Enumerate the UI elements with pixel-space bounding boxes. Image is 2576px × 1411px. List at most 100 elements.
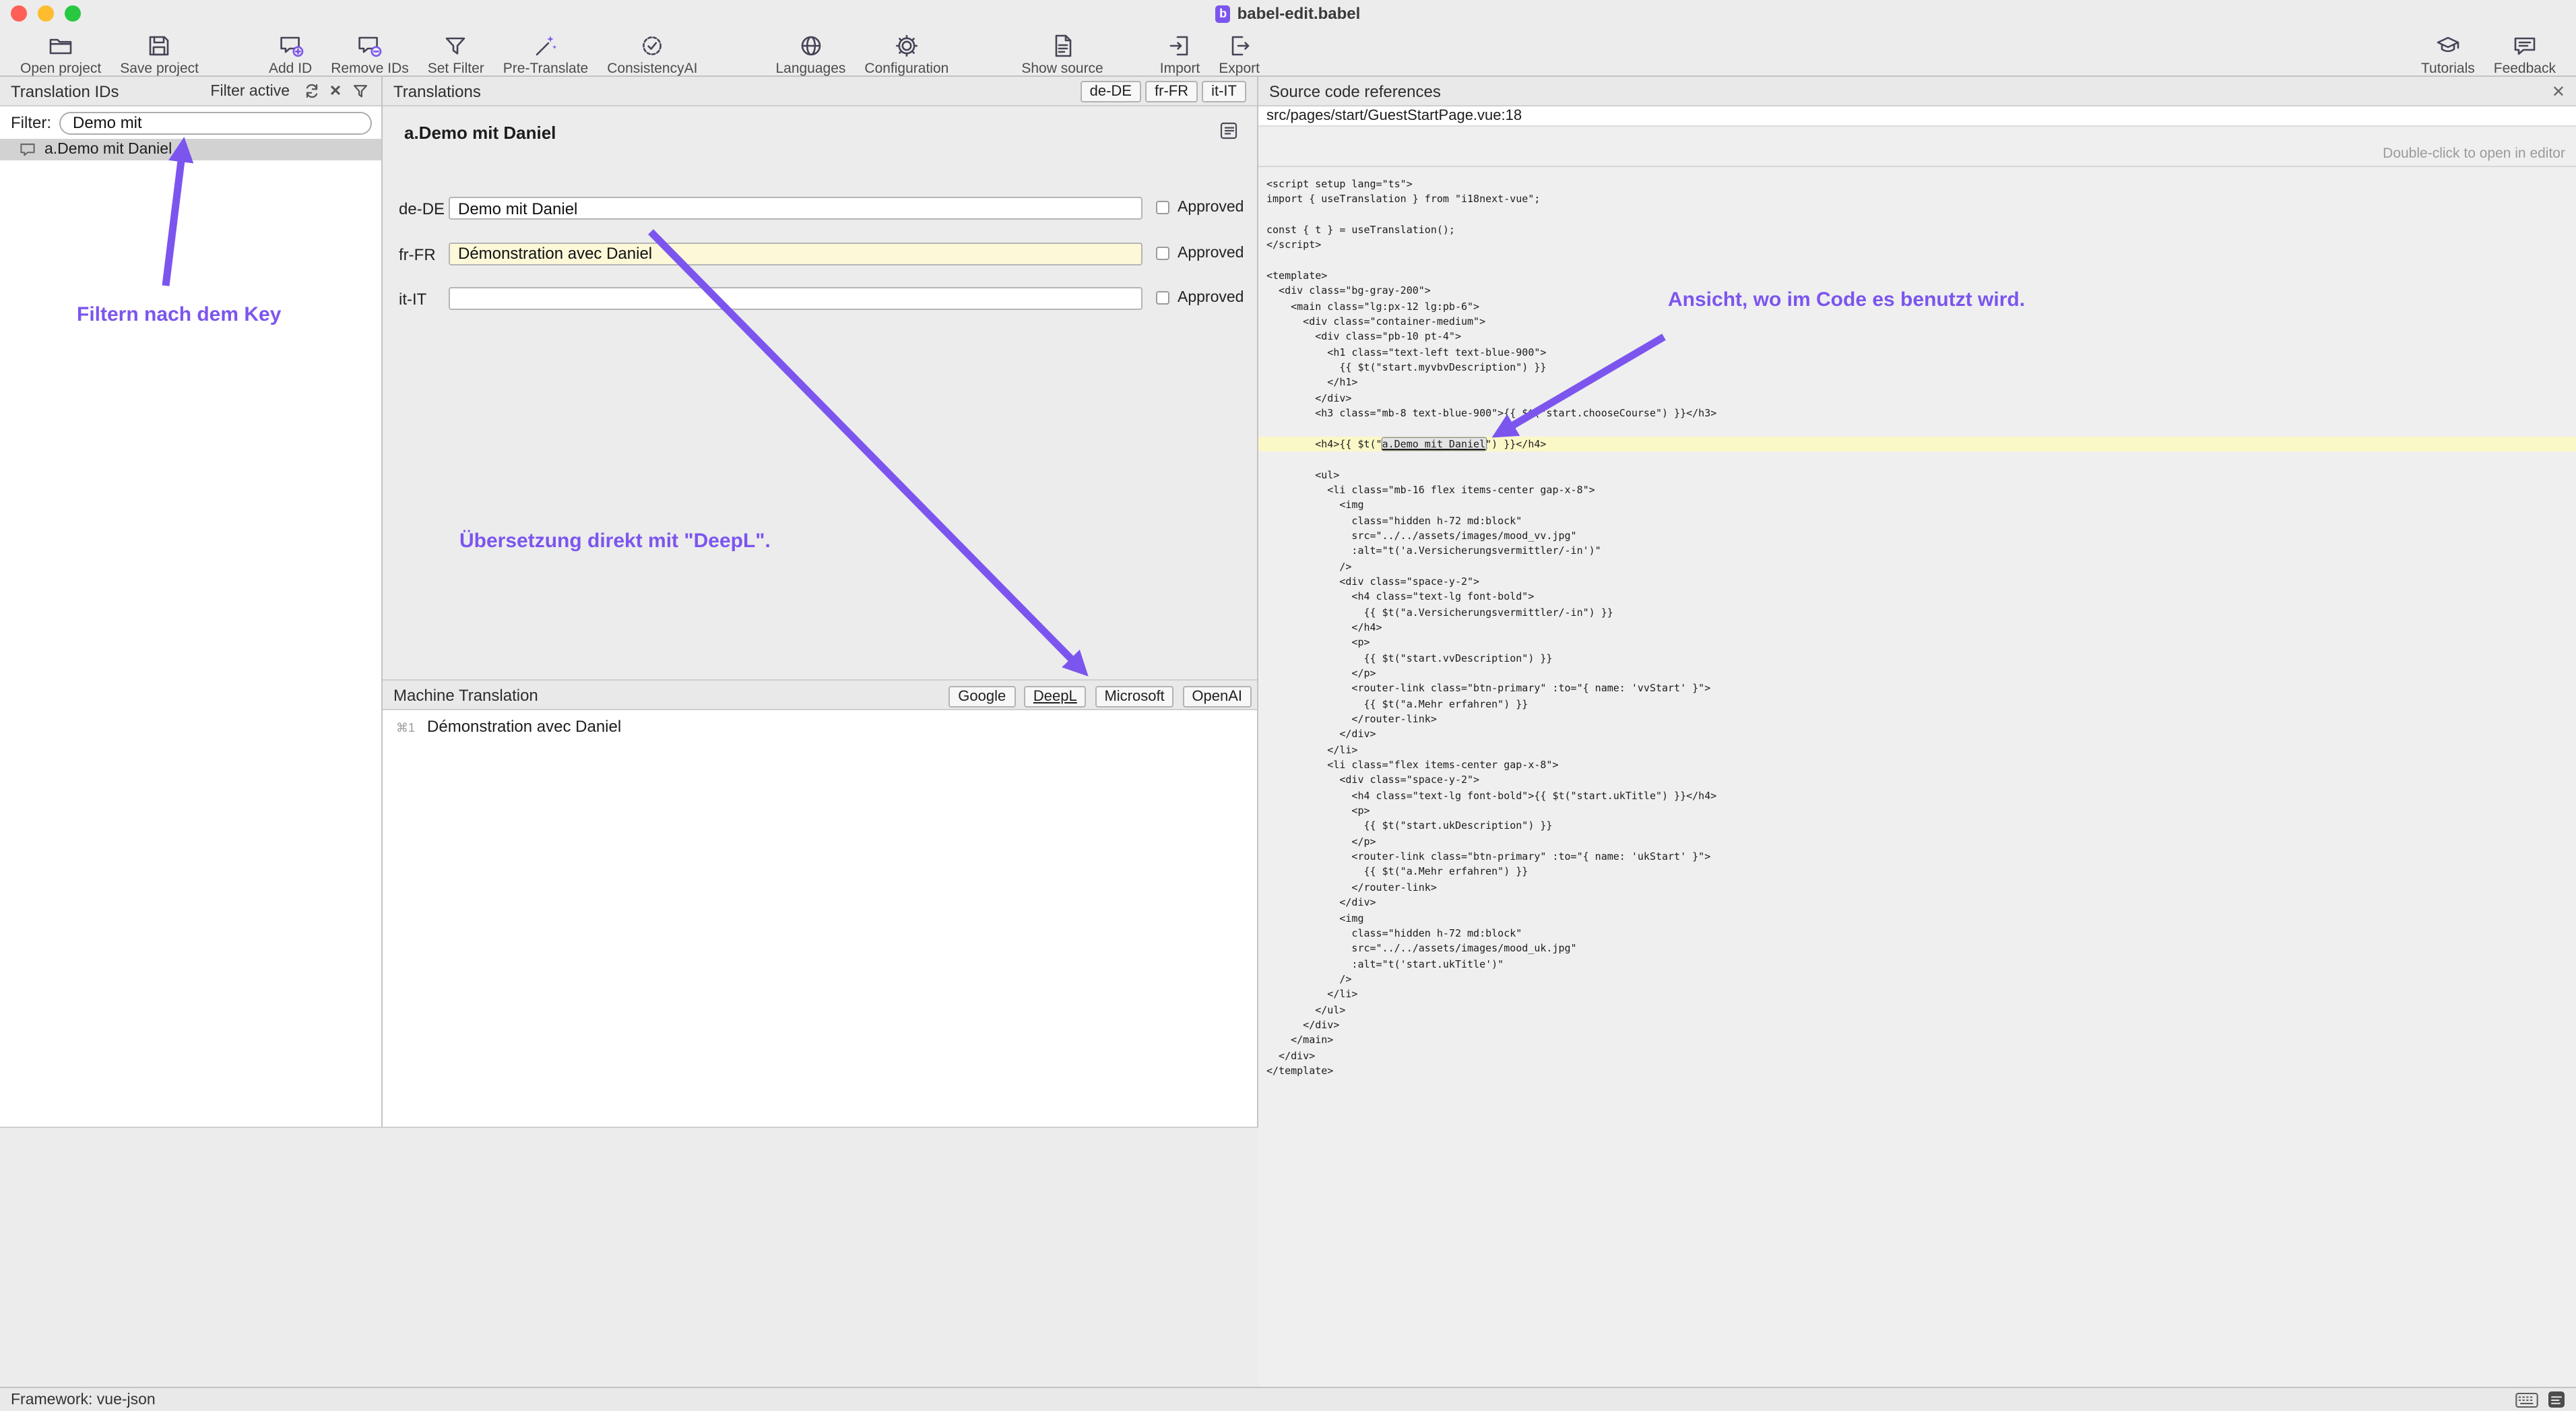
code-line: </li> — [1258, 742, 2576, 757]
code-line: <div class="space-y-2"> — [1258, 773, 2576, 788]
save-project-button[interactable]: Save project — [110, 28, 208, 77]
mt-suggestion-text: Démonstration avec Daniel — [427, 717, 621, 736]
translation-id-label: a.Demo mit Daniel — [44, 142, 172, 158]
funnel-icon — [443, 31, 470, 59]
code-line: </p> — [1258, 666, 2576, 681]
languages-button[interactable]: Languages — [766, 28, 855, 77]
code-line: <li class="mb-16 flex items-center gap-x… — [1258, 482, 2576, 498]
keyboard-shortcuts-button[interactable] — [2515, 1391, 2538, 1408]
translation-input-fr[interactable] — [449, 242, 1142, 265]
code-line: <p> — [1258, 803, 2576, 819]
mt-suggestion-row[interactable]: ⌘1 Démonstration avec Daniel — [396, 717, 621, 736]
code-line — [1258, 207, 2576, 222]
code-line: </ul> — [1258, 1002, 2576, 1017]
lang-label: it-IT — [399, 290, 426, 309]
approved-checkbox-de[interactable] — [1156, 201, 1169, 214]
locale-button-fr[interactable]: fr-FR — [1145, 80, 1198, 102]
editor-hint-area: Double-click to open in editor — [1258, 127, 2576, 167]
feedback-button[interactable]: Feedback — [2484, 28, 2565, 77]
export-icon — [1226, 31, 1253, 59]
add-id-button[interactable]: Add ID — [259, 28, 321, 77]
entry-id-title: a.Demo mit Daniel — [404, 123, 556, 143]
translations-body: a.Demo mit Daniel de-DE Approved fr-FR A… — [383, 106, 1257, 679]
save-icon — [146, 31, 173, 59]
source-references-header: Source code references ✕ — [1258, 77, 2576, 106]
code-line — [1258, 421, 2576, 437]
code-line: {{ $t("start.vvDescription") }} — [1258, 650, 2576, 666]
locale-button-it[interactable]: it-IT — [1202, 80, 1246, 102]
code-line: <h1 class="text-left text-blue-900"> — [1258, 345, 2576, 360]
close-window-button[interactable] — [11, 5, 27, 22]
translation-input-it[interactable] — [449, 287, 1142, 310]
remove-ids-button[interactable]: Remove IDs — [321, 28, 418, 77]
mt-provider-microsoft[interactable]: Microsoft — [1095, 685, 1173, 707]
code-line — [1258, 451, 2576, 467]
main-area: Translation IDs Filter active ✕ Filter: … — [0, 77, 2576, 1387]
code-line: </script> — [1258, 238, 2576, 253]
code-line: {{ $t("start.ukDescription") }} — [1258, 819, 2576, 834]
source-doc-icon — [1049, 31, 1076, 59]
import-button[interactable]: Import — [1151, 28, 1210, 77]
editor-hint: Double-click to open in editor — [2383, 146, 2565, 162]
source-reference-row[interactable]: src/pages/start/GuestStartPage.vue:18 — [1258, 106, 2576, 127]
log-panel-button[interactable] — [2548, 1391, 2565, 1408]
translations-header: Translations de-DE fr-FR it-IT — [383, 77, 1257, 106]
configuration-button[interactable]: Configuration — [855, 28, 958, 77]
translation-row-it: it-IT Approved — [383, 287, 1257, 310]
lang-label: de-DE — [399, 199, 445, 218]
mt-provider-openai[interactable]: OpenAI — [1182, 685, 1252, 707]
code-line: /> — [1258, 972, 2576, 987]
entry-note-button[interactable] — [1219, 121, 1238, 147]
approved-checkbox-fr[interactable] — [1156, 246, 1169, 259]
source-code-view[interactable]: <script setup lang="ts">import { useTran… — [1258, 167, 2576, 1387]
source-code-references-panel: Source code references ✕ src/pages/start… — [1258, 77, 2576, 1387]
filter-panel-button[interactable] — [349, 80, 371, 102]
consistency-ai-button[interactable]: ConsistencyAI — [598, 28, 707, 77]
pre-translate-button[interactable]: Pre-Translate — [494, 28, 598, 77]
zoom-window-button[interactable] — [65, 5, 81, 22]
filter-input[interactable] — [59, 111, 372, 134]
highlighted-translation-id[interactable]: a.Demo mit Daniel — [1382, 438, 1486, 450]
panel-title: Machine Translation — [393, 685, 538, 704]
code-line: :alt="t('start.ukTitle')" — [1258, 956, 2576, 972]
translation-ids-panel: Translation IDs Filter active ✕ Filter: … — [0, 77, 383, 1127]
framework-label: Framework: vue-json — [11, 1391, 156, 1408]
mt-provider-deepl[interactable]: DeepL — [1024, 685, 1087, 707]
folder-open-icon — [47, 31, 74, 59]
code-line: <img — [1258, 497, 2576, 513]
mt-shortcut-label: ⌘1 — [396, 721, 415, 736]
export-button[interactable]: Export — [1209, 28, 1269, 77]
minimize-window-button[interactable] — [38, 5, 54, 22]
clear-filter-button[interactable]: ✕ — [325, 80, 346, 102]
code-line: </div> — [1258, 391, 2576, 406]
toolbar: Open project Save project Add ID Remove … — [0, 27, 2576, 77]
approved-checkbox-it[interactable] — [1156, 291, 1169, 305]
set-filter-button[interactable]: Set Filter — [418, 28, 494, 77]
window-title: babel-edit.babel — [1237, 4, 1361, 23]
code-line: <img — [1258, 910, 2576, 926]
code-line: </div> — [1258, 895, 2576, 910]
translation-id-item-selected[interactable]: a.Demo mit Daniel — [0, 139, 381, 160]
toolbar-label: Export — [1219, 61, 1260, 77]
translations-panel: Translations de-DE fr-FR it-IT a.Demo mi… — [383, 77, 1258, 1127]
code-line: </p> — [1258, 834, 2576, 850]
code-line: class="hidden h-72 md:block" — [1258, 926, 2576, 941]
magic-wand-icon — [532, 31, 559, 59]
code-line: {{ $t("a.Mehr erfahren") }} — [1258, 865, 2576, 880]
toolbar-label: Feedback — [2494, 61, 2556, 77]
empty-bottom-strip — [0, 1127, 1258, 1387]
open-project-button[interactable]: Open project — [11, 28, 110, 77]
translation-input-de[interactable] — [449, 197, 1142, 220]
mt-provider-google[interactable]: Google — [948, 685, 1015, 707]
close-panel-button[interactable]: ✕ — [2552, 82, 2565, 100]
refresh-filter-button[interactable] — [300, 80, 322, 102]
code-line: <router-link class="btn-primary" :to="{ … — [1258, 681, 2576, 697]
code-line: <li class="flex items-center gap-x-8"> — [1258, 757, 2576, 773]
panel-title: Translations — [393, 82, 481, 100]
approved-label: Approved — [1178, 290, 1244, 306]
toolbar-label: Show source — [1021, 61, 1103, 77]
show-source-button[interactable]: Show source — [1012, 28, 1112, 77]
tutorials-button[interactable]: Tutorials — [2412, 28, 2484, 77]
locale-button-de[interactable]: de-DE — [1081, 80, 1141, 102]
status-bar: Framework: vue-json — [0, 1387, 2576, 1411]
